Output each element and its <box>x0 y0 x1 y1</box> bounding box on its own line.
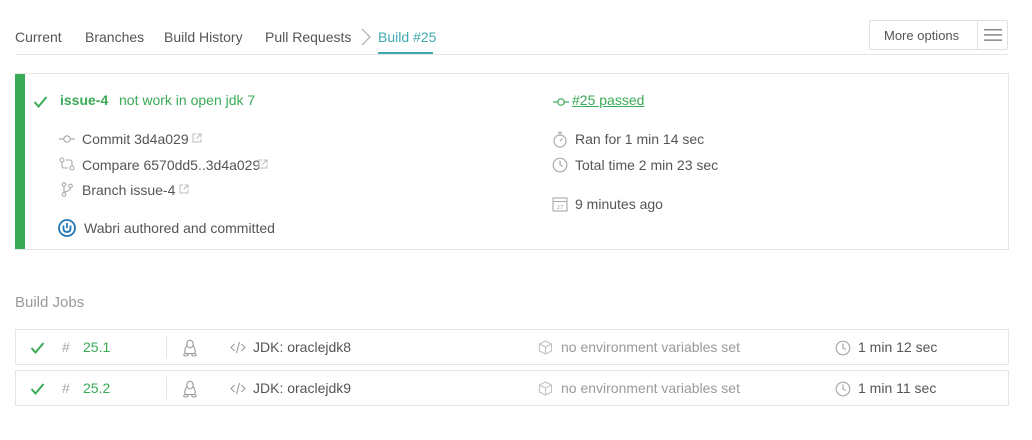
job-duration: 1 min 12 sec <box>858 339 938 355</box>
chevron-right-icon <box>361 28 371 46</box>
external-link-icon <box>192 133 202 143</box>
job-number[interactable]: 25.2 <box>83 380 110 396</box>
external-link-icon <box>179 184 189 194</box>
linux-icon <box>183 339 197 357</box>
build-commit-message: not work in open jdk 7 <box>119 92 256 108</box>
commit-link[interactable]: Commit 3d4a029 <box>82 131 189 147</box>
author-text: Wabri authored and committed <box>84 220 275 236</box>
external-link-icon <box>258 159 268 169</box>
commit-icon <box>59 135 75 143</box>
job-language: JDK: oraclejdk8 <box>253 339 352 355</box>
build-summary-card: issue-4 not work in open jdk 7 Commit 3d… <box>15 73 1009 250</box>
check-icon <box>33 96 48 109</box>
hamburger-menu-icon <box>984 29 1002 41</box>
more-options-label: More options <box>884 28 960 43</box>
tab-current[interactable]: Current <box>15 29 62 45</box>
clock-icon <box>552 157 568 173</box>
build-jobs-heading: Build Jobs <box>15 294 85 311</box>
tab-build-history[interactable]: Build History <box>164 29 243 45</box>
clock-icon <box>835 340 851 356</box>
build-time-ago: 9 minutes ago <box>575 196 663 212</box>
job-divider <box>166 336 167 358</box>
build-status-link[interactable]: #25 passed <box>572 92 644 108</box>
check-icon <box>30 342 45 355</box>
branch-icon <box>61 182 73 197</box>
branch-link[interactable]: Branch issue-4 <box>82 182 175 198</box>
code-icon <box>230 382 246 395</box>
package-icon <box>538 381 553 396</box>
job-env: no environment variables set <box>561 380 740 396</box>
build-tabs: Current Branches Build History Pull Requ… <box>0 0 1032 56</box>
tab-build-25[interactable]: Build #25 <box>378 29 436 45</box>
calendar-icon: 27 <box>552 197 568 212</box>
job-row[interactable]: # 25.1 JDK: oraclejdk8 no environment va… <box>15 329 1009 365</box>
build-branch-name[interactable]: issue-4 <box>60 92 108 108</box>
job-row[interactable]: # 25.2 JDK: oraclejdk9 no environment va… <box>15 370 1009 406</box>
build-status-bar <box>15 74 25 249</box>
clock-icon <box>835 381 851 397</box>
hash-icon: # <box>62 339 70 355</box>
calendar-day-label: 27 <box>557 205 564 211</box>
job-duration: 1 min 11 sec <box>858 380 937 396</box>
author-avatar-icon <box>58 219 76 237</box>
tab-pull-requests[interactable]: Pull Requests <box>265 29 351 45</box>
job-language: JDK: oraclejdk9 <box>253 380 352 396</box>
linux-icon <box>183 380 197 398</box>
more-options-divider <box>977 21 978 49</box>
build-number-icon <box>553 98 569 106</box>
check-icon <box>30 383 45 396</box>
job-divider <box>166 377 167 399</box>
compare-icon <box>59 157 75 171</box>
hash-icon: # <box>62 380 70 396</box>
job-env: no environment variables set <box>561 339 740 355</box>
stopwatch-icon <box>553 131 567 148</box>
tab-branches[interactable]: Branches <box>85 29 144 45</box>
ran-for-text: Ran for 1 min 14 sec <box>575 131 705 147</box>
job-number[interactable]: 25.1 <box>83 339 110 355</box>
more-options-button[interactable]: More options <box>869 20 1008 50</box>
code-icon <box>230 341 246 354</box>
compare-link[interactable]: Compare 6570dd5..3d4a029 <box>82 157 260 173</box>
package-icon <box>538 340 553 355</box>
tabs-divider <box>15 54 1008 55</box>
total-time-text: Total time 2 min 23 sec <box>575 157 719 173</box>
